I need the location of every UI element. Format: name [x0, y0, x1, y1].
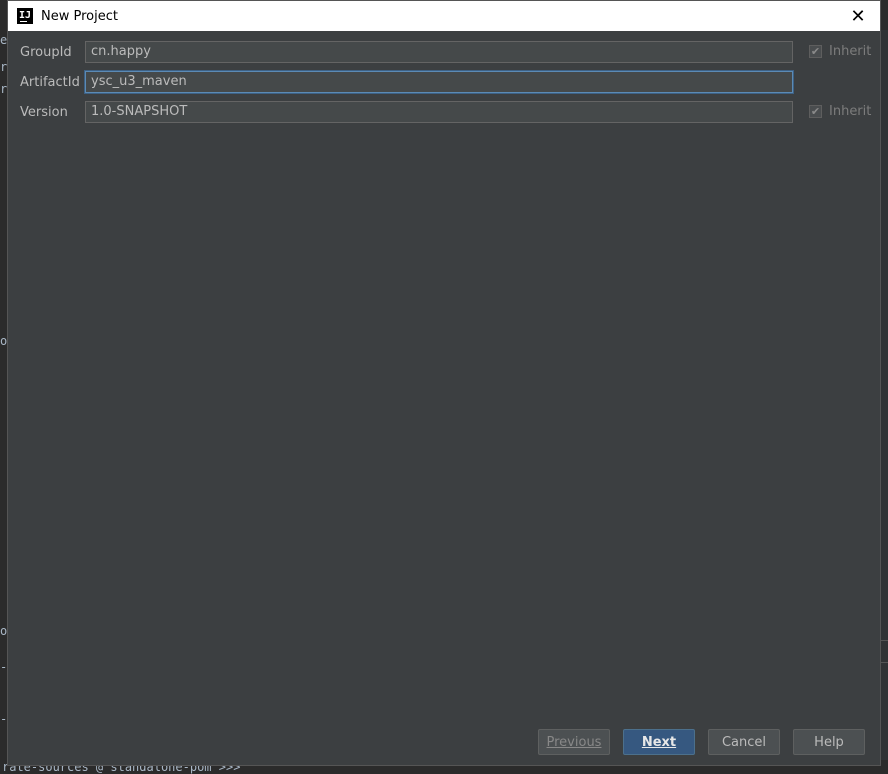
version-row: Version 1.0-SNAPSHOT ✔ Inherit: [8, 101, 880, 125]
checkbox-checked-icon: ✔: [809, 45, 822, 58]
version-input[interactable]: 1.0-SNAPSHOT: [85, 101, 793, 123]
cancel-button-label: Cancel: [721, 734, 767, 750]
version-inherit-checkbox[interactable]: ✔ Inherit: [809, 104, 871, 119]
artifactid-input[interactable]: ysc_u3_maven: [85, 71, 793, 93]
new-project-dialog: IJ New Project ✕ GroupId cn.happy ✔ Inhe…: [7, 0, 881, 766]
close-button[interactable]: ✕: [836, 1, 880, 31]
groupid-inherit-checkbox[interactable]: ✔ Inherit: [809, 44, 871, 59]
groupid-label: GroupId: [20, 45, 72, 60]
window-title: New Project: [41, 8, 118, 24]
help-button[interactable]: Help: [793, 729, 865, 755]
artifactid-row: ArtifactId ysc_u3_maven: [8, 71, 880, 95]
groupid-input[interactable]: cn.happy: [85, 41, 793, 63]
previous-button-label: Previous: [546, 734, 602, 750]
inherit-label: Inherit: [829, 44, 872, 59]
background-scrollbar: [880, 30, 888, 760]
checkbox-checked-icon: ✔: [809, 105, 822, 118]
intellij-logo-icon: IJ: [17, 8, 33, 24]
title-bar[interactable]: IJ New Project ✕: [8, 1, 880, 31]
cancel-button[interactable]: Cancel: [708, 729, 780, 755]
inherit-label: Inherit: [829, 104, 872, 119]
next-button[interactable]: Next: [623, 729, 695, 755]
close-icon: ✕: [850, 5, 866, 27]
previous-button[interactable]: Previous: [538, 729, 610, 755]
groupid-row: GroupId cn.happy ✔ Inherit: [8, 41, 880, 65]
help-button-label: Help: [814, 734, 844, 750]
next-button-label: Next: [641, 734, 677, 750]
version-label: Version: [20, 105, 68, 120]
artifactid-label: ArtifactId: [20, 75, 80, 90]
